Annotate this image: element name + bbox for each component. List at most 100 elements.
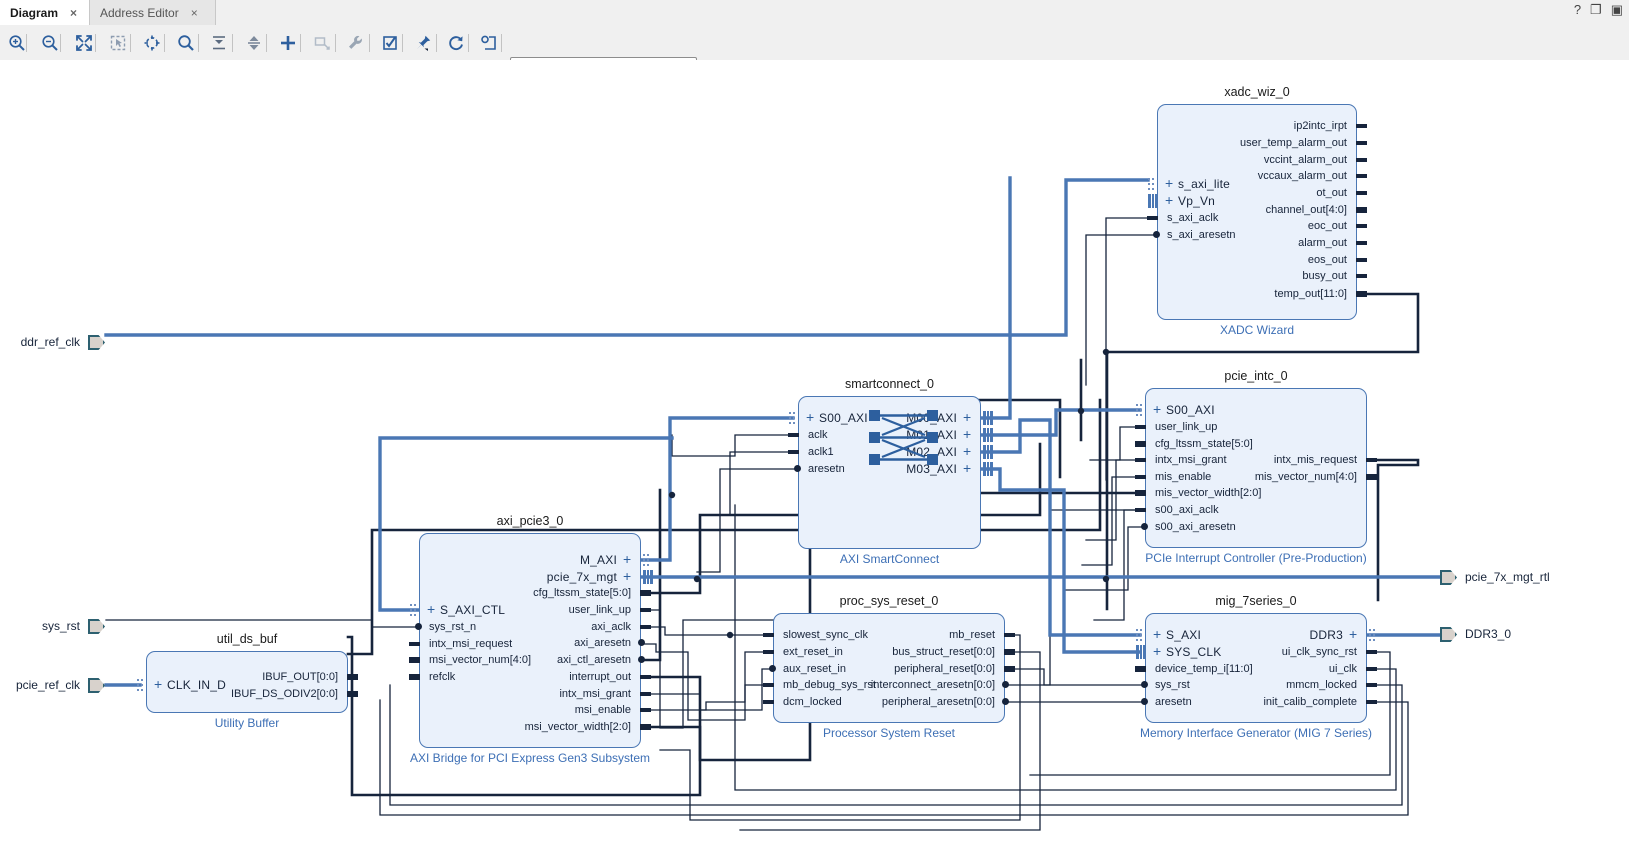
search-button[interactable] [174, 31, 198, 55]
pin-stub [640, 590, 651, 596]
run-connection-automation-button[interactable] [344, 31, 368, 55]
expand-icon[interactable]: + [1153, 402, 1161, 416]
pin-axi_pcie3_0-interrupt-out[interactable]: interrupt_out [419, 671, 631, 683]
pin-mig_7series_0-ddr3[interactable]: DDR3 [1145, 629, 1343, 641]
tab-address-editor-label: Address Editor [100, 5, 179, 20]
pin-stub [1356, 258, 1367, 262]
pin-xadc_wiz_0-vccaux-alarm-out[interactable]: vccaux_alarm_out [1157, 170, 1347, 182]
tab-diagram-close-icon[interactable]: × [70, 7, 77, 19]
pin-axi_pcie3_0-m-axi[interactable]: M_AXI [419, 554, 617, 566]
pin-pcie_intc_0-s00-axi-aresetn[interactable]: s00_axi_aresetn [1155, 521, 1236, 533]
active-low-pin-marker [1002, 681, 1009, 688]
expand-icon[interactable]: + [1349, 627, 1357, 641]
collapse-all-button[interactable] [207, 31, 231, 55]
pin-stub [1356, 174, 1367, 178]
add-ip-button[interactable] [276, 31, 300, 55]
pin-axi_pcie3_0-axi-ctl-aresetn[interactable]: axi_ctl_aresetn [419, 654, 631, 666]
expand-icon[interactable]: + [963, 410, 971, 424]
pin-xadc_wiz_0-eoc-out[interactable]: eoc_out [1157, 220, 1347, 232]
toolbar-separator [300, 34, 301, 52]
pin-stub [640, 625, 651, 629]
pin-stub [1356, 158, 1367, 162]
pin-pcie_intc_0-mis-vector-num-4-0-[interactable]: mis_vector_num[4:0] [1145, 471, 1357, 483]
pin-xadc_wiz_0-user-temp-alarm-out[interactable]: user_temp_alarm_out [1157, 137, 1347, 149]
tab-diagram[interactable]: Diagram × [0, 0, 90, 25]
tab-address-editor-close-icon[interactable]: × [191, 7, 198, 19]
toolbar-separator [232, 34, 233, 52]
pin-pcie_intc_0-user-link-up[interactable]: user_link_up [1155, 421, 1217, 433]
pin-proc_sys_reset_0-peripheral-aresetn-0-0-[interactable]: peripheral_aresetn[0:0] [773, 696, 995, 708]
interface-bus-marker [983, 462, 993, 476]
pin-pcie_intc_0-s00-axi-aclk[interactable]: s00_axi_aclk [1155, 504, 1219, 516]
pin-util_ds_buf-ibuf-ds-odiv2-0-0-[interactable]: IBUF_DS_ODIV2[0:0] [146, 688, 338, 700]
pin-pcie_intc_0-intx-mis-request[interactable]: intx_mis_request [1145, 454, 1357, 466]
regenerate-layout-button[interactable] [444, 31, 468, 55]
vivado-block-design-window: Diagram × Address Editor × ? ❐ ▣ xadc_wi… [0, 0, 1629, 848]
interface-bus-marker [983, 428, 993, 442]
pin-util_ds_buf-ibuf-out-0-0-[interactable]: IBUF_OUT[0:0] [146, 671, 338, 683]
pin-proc_sys_reset_0-interconnect-aresetn-0-0-[interactable]: interconnect_aresetn[0:0] [773, 679, 995, 691]
pin-xadc_wiz_0-temp-out-11-0-[interactable]: temp_out[11:0] [1157, 288, 1347, 300]
pin-xadc_wiz_0-ot-out[interactable]: ot_out [1157, 187, 1347, 199]
pin-mig_7series_0-ui-clk-sync-rst[interactable]: ui_clk_sync_rst [1145, 646, 1357, 658]
expand-all-button[interactable] [242, 31, 266, 55]
pin-proc_sys_reset_0-peripheral-reset-0-0-[interactable]: peripheral_reset[0:0] [773, 663, 995, 675]
zoom-selection-button[interactable] [140, 31, 164, 55]
pin-xadc_wiz_0-channel-out-4-0-[interactable]: channel_out[4:0] [1157, 204, 1347, 216]
toolbar-separator [164, 34, 165, 52]
pin-proc_sys_reset_0-bus-struct-reset-0-0-[interactable]: bus_struct_reset[0:0] [773, 646, 995, 658]
expand-icon[interactable]: + [963, 444, 971, 458]
block-design-canvas[interactable]: xadc_wiz_0 XADC Wizard s_axi_lite + Vp_Vn + s_… [0, 60, 1629, 848]
pin-axi_pcie3_0-axi-aresetn[interactable]: axi_aresetn [419, 637, 631, 649]
pin-pcie_intc_0-s00-axi[interactable]: S00_AXI [1166, 404, 1215, 416]
pin-axi_pcie3_0-msi-vector-width-2-0-[interactable]: msi_vector_width[2:0] [419, 721, 631, 733]
pin-button[interactable] [411, 31, 435, 55]
zoom-out-button[interactable] [38, 31, 62, 55]
pin-axi_pcie3_0-pcie-7x-mgt[interactable]: pcie_7x_mgt [419, 571, 617, 583]
zoom-fit-button[interactable] [72, 31, 96, 55]
pin-pcie_intc_0-mis-vector-width-2-0-[interactable]: mis_vector_width[2:0] [1155, 487, 1261, 499]
pin-mig_7series_0-ui-clk[interactable]: ui_clk [1145, 663, 1357, 675]
pin-xadc_wiz_0-busy-out[interactable]: busy_out [1157, 270, 1347, 282]
pin-stub [347, 691, 358, 697]
pin-xadc_wiz_0-alarm-out[interactable]: alarm_out [1157, 237, 1347, 249]
pin-xadc_wiz_0-vccint-alarm-out[interactable]: vccint_alarm_out [1157, 154, 1347, 166]
toolbar-separator [402, 34, 403, 52]
help-icon[interactable]: ? [1574, 3, 1581, 16]
block-title-util_ds_buf: util_ds_buf [216, 632, 278, 646]
restore-icon[interactable]: ❐ [1590, 3, 1602, 16]
pin-xadc_wiz_0-ip2intc-irpt[interactable]: ip2intc_irpt [1157, 120, 1347, 132]
optimize-routing-button[interactable] [477, 31, 501, 55]
pin-stub [1356, 207, 1367, 213]
pin-xadc_wiz_0-eos-out[interactable]: eos_out [1157, 254, 1347, 266]
pin-mig_7series_0-mmcm-locked[interactable]: mmcm_locked [1145, 679, 1357, 691]
block-title-smartconnect_0: smartconnect_0 [845, 377, 934, 391]
expand-icon[interactable]: + [963, 427, 971, 441]
pin-proc_sys_reset_0-mb-reset[interactable]: mb_reset [773, 629, 995, 641]
pin-axi_pcie3_0-msi-enable[interactable]: msi_enable [419, 704, 631, 716]
validate-design-button[interactable] [378, 31, 402, 55]
tab-bar: Diagram × Address Editor × ? ❐ ▣ [0, 0, 1629, 27]
maximize-icon[interactable]: ▣ [1611, 3, 1623, 16]
pin-stub [640, 708, 651, 712]
pin-axi_pcie3_0-cfg-ltssm-state-5-0-[interactable]: cfg_ltssm_state[5:0] [419, 587, 631, 599]
interface-bus-marker [643, 570, 653, 584]
smartconnect-crossbar-icon [869, 410, 941, 480]
pin-axi_pcie3_0-user-link-up[interactable]: user_link_up [419, 604, 631, 616]
external-port-label-pcie_7x_mgt_rtl: pcie_7x_mgt_rtl [1465, 570, 1550, 584]
block-title-proc_sys_reset_0: proc_sys_reset_0 [839, 594, 939, 608]
tab-address-editor[interactable]: Address Editor × [90, 0, 216, 25]
pin-axi_pcie3_0-intx-msi-grant[interactable]: intx_msi_grant [419, 688, 631, 700]
expand-icon[interactable]: + [623, 569, 631, 583]
external-port-label-sys_rst: sys_rst [41, 619, 80, 633]
add-module-button[interactable] [310, 31, 334, 55]
pin-mig_7series_0-init-calib-complete[interactable]: init_calib_complete [1145, 696, 1357, 708]
expand-icon[interactable]: + [623, 552, 631, 566]
pin-pcie_intc_0-cfg-ltssm-state-5-0-[interactable]: cfg_ltssm_state[5:0] [1155, 438, 1253, 450]
interface-bus-marker [983, 445, 993, 459]
expand-icon[interactable]: + [963, 461, 971, 475]
zoom-area-button[interactable] [106, 31, 130, 55]
pin-axi_pcie3_0-axi-aclk[interactable]: axi_aclk [419, 621, 631, 633]
external-port-label-ddr_ref_clk: ddr_ref_clk [20, 335, 80, 349]
toolbar-separator [130, 34, 131, 52]
